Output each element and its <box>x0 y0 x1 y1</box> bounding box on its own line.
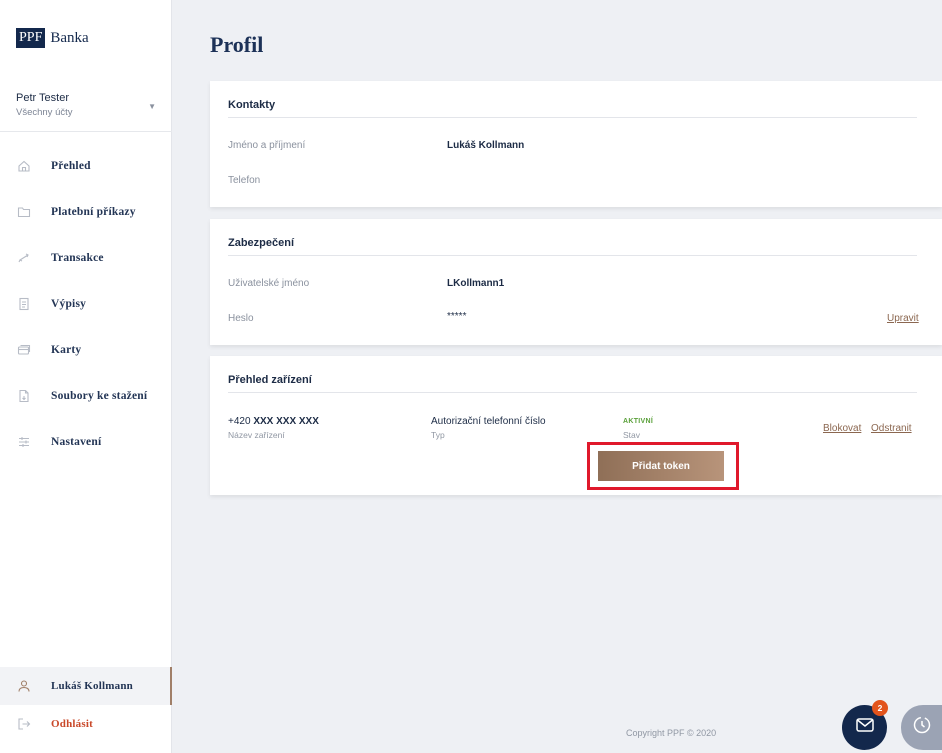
device-status-cell: AKTIVNÍ Stav <box>623 418 653 440</box>
history-button[interactable] <box>901 705 942 750</box>
password-value: ***** <box>447 311 467 322</box>
device-type-value: Autorizační telefonní číslo <box>431 416 546 427</box>
phone-number: XXX XXX XXX <box>253 416 319 427</box>
status-badge: AKTIVNÍ <box>623 418 654 425</box>
nav-item-platebni-prikazy[interactable]: Platební příkazy <box>0 189 172 235</box>
username-label: Uživatelské jméno <box>228 278 310 289</box>
unread-count-badge: 2 <box>872 700 888 716</box>
name-label: Jméno a příjmení <box>228 140 306 151</box>
settings-sliders-icon <box>17 435 31 449</box>
file-download-icon <box>17 389 31 403</box>
nav-label: Karty <box>51 344 82 356</box>
device-phone: +420 XXX XXX XXX <box>228 416 319 427</box>
remove-device-link[interactable]: Odstranit <box>871 423 912 434</box>
nav-label: Výpisy <box>51 298 87 310</box>
logo-box: PPF <box>16 28 46 48</box>
device-type-label: Typ <box>431 430 445 440</box>
security-card: Zabezpečení Uživatelské jméno LKollmann1… <box>210 219 942 345</box>
phone-prefix: +420 <box>228 416 251 427</box>
profile-label: Lukáš Kollmann <box>51 680 133 692</box>
chevron-down-icon: ▼ <box>148 102 156 111</box>
account-switcher[interactable]: Petr Tester Všechny účty ▼ <box>0 84 172 132</box>
block-device-link[interactable]: Blokovat <box>823 423 861 434</box>
sidebar-bottom: Lukáš Kollmann Odhlásit <box>0 667 172 743</box>
device-name-label: Název zařízení <box>228 430 285 440</box>
main-nav: Přehled Platební příkazy Transakce Výpis… <box>0 143 172 465</box>
clock-icon <box>912 715 932 740</box>
logout-button[interactable]: Odhlásit <box>0 705 172 743</box>
divider <box>228 255 917 256</box>
logout-label: Odhlásit <box>51 718 93 730</box>
device-status-label: Stav <box>623 430 641 440</box>
device-name-cell: +420 XXX XXX XXX Název zařízení <box>228 416 319 440</box>
nav-label: Nastavení <box>51 436 102 448</box>
nav-item-prehled[interactable]: Přehled <box>0 143 172 189</box>
logout-icon <box>17 717 31 731</box>
nav-label: Platební příkazy <box>51 206 136 218</box>
transfer-icon <box>17 251 31 265</box>
nav-label: Transakce <box>51 252 104 264</box>
logo-text: Banka <box>50 29 89 46</box>
contacts-card: Kontakty Jméno a příjmení Lukáš Kollmann… <box>210 81 942 207</box>
folder-icon <box>17 205 31 219</box>
copyright: Copyright PPF © 2020 <box>626 728 717 738</box>
username-value: LKollmann1 <box>447 278 505 289</box>
nav-item-soubory-ke-stazeni[interactable]: Soubory ke stažení <box>0 373 172 419</box>
divider <box>228 392 917 393</box>
nav-item-karty[interactable]: Karty <box>0 327 172 373</box>
user-icon <box>17 679 31 693</box>
page-title: Profil <box>210 32 264 57</box>
ppf-banka-logo[interactable]: PPF Banka <box>16 28 89 48</box>
device-type-cell: Autorizační telefonní číslo Typ <box>431 416 546 440</box>
add-token-highlight: Přidat token <box>587 442 739 490</box>
password-label: Heslo <box>228 313 254 324</box>
document-icon <box>17 297 31 311</box>
add-token-button[interactable]: Přidat token <box>598 451 724 481</box>
divider <box>228 117 917 118</box>
card-title: Kontakty <box>228 99 276 111</box>
nav-label: Soubory ke stažení <box>51 390 148 402</box>
nav-label: Přehled <box>51 160 91 172</box>
nav-item-vypisy[interactable]: Výpisy <box>0 281 172 327</box>
card-title: Zabezpečení <box>228 237 295 249</box>
nav-item-profile[interactable]: Lukáš Kollmann <box>0 667 172 705</box>
devices-card: Přehled zařízení +420 XXX XXX XXX Název … <box>210 356 942 495</box>
sidebar: PPF Banka Petr Tester Všechny účty ▼ Pře… <box>0 0 172 753</box>
mail-icon <box>855 718 874 737</box>
nav-item-transakce[interactable]: Transakce <box>0 235 172 281</box>
card-icon <box>17 343 31 357</box>
name-value: Lukáš Kollmann <box>447 140 525 151</box>
card-title: Přehled zařízení <box>228 374 312 386</box>
edit-password-link[interactable]: Upravit <box>887 313 919 324</box>
home-icon <box>17 159 31 173</box>
nav-item-nastaveni[interactable]: Nastavení <box>0 419 172 465</box>
phone-label: Telefon <box>228 175 261 186</box>
